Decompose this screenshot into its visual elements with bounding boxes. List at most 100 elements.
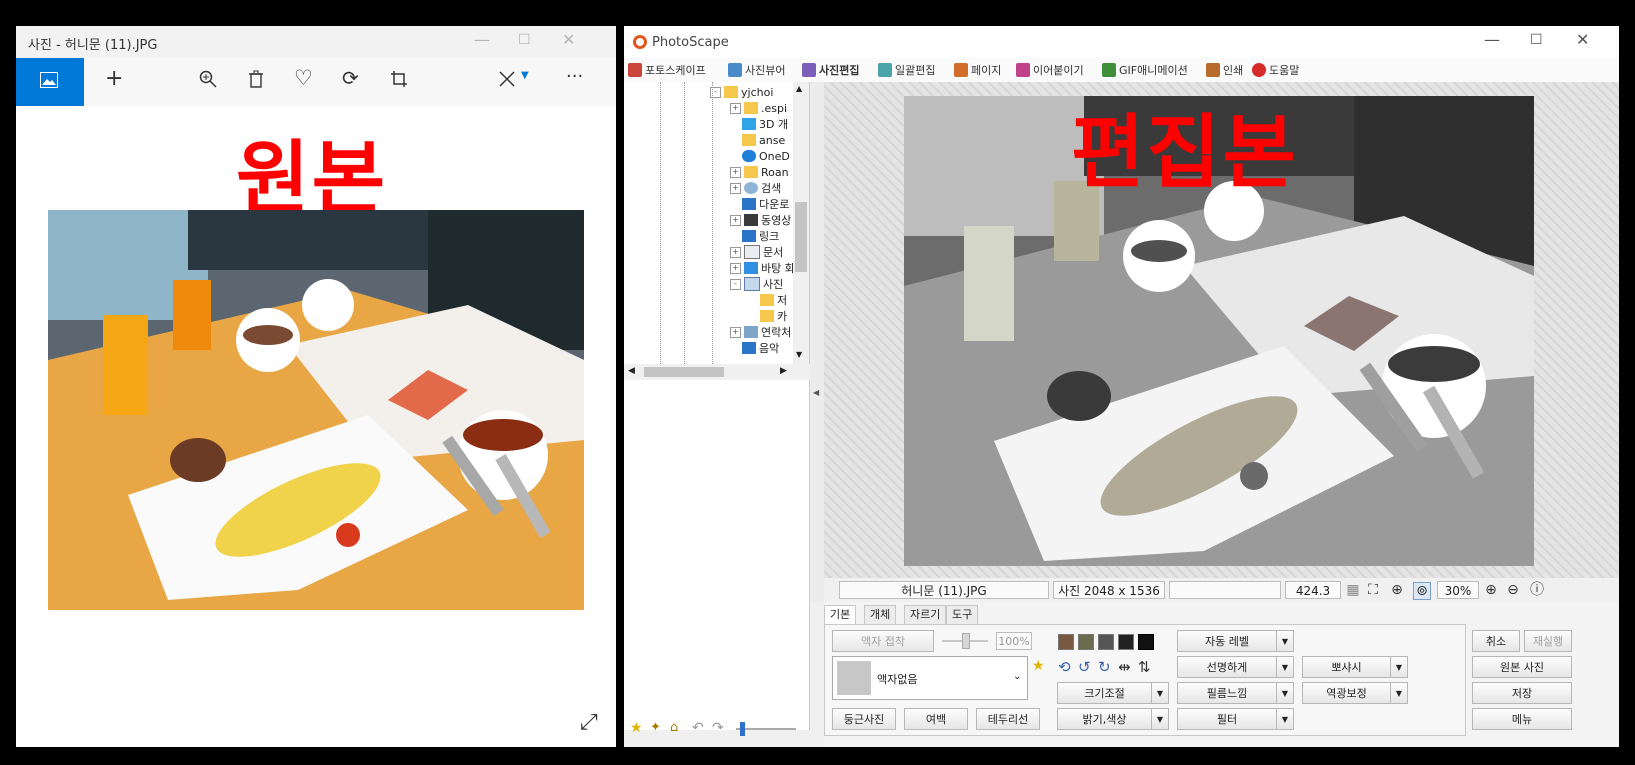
zoom-fit-icon[interactable]: ⊚ [1413, 582, 1431, 600]
frame-slider-thumb[interactable] [962, 633, 970, 649]
tree-vertical-scrollbar[interactable]: ▲ ▼ [793, 82, 809, 364]
rotate-left-icon[interactable]: ↺ [1078, 658, 1091, 676]
info-icon[interactable]: ⓘ [1529, 582, 1545, 598]
tab-object[interactable]: 개체 [864, 605, 897, 624]
sharpen-button[interactable]: 선명하게 ▼ [1177, 656, 1294, 678]
view-photo-button[interactable] [16, 58, 84, 106]
scroll-thumb[interactable] [795, 202, 807, 272]
scroll-down-icon[interactable]: ▼ [796, 350, 802, 359]
crop-icon[interactable] [390, 70, 408, 88]
favorite-star-icon[interactable]: ★ [1032, 658, 1045, 674]
tree-item[interactable]: + 검색 [730, 180, 781, 196]
tree-horizontal-scrollbar[interactable]: ◀ ▶ [624, 364, 809, 380]
menu-item-photoscape[interactable]: 포토스케이프 [628, 61, 706, 79]
scroll-right-icon[interactable]: ▶ [780, 366, 787, 376]
rotate-right-icon[interactable]: ↻ [1098, 658, 1111, 676]
tree-item[interactable]: 링크 [742, 228, 779, 244]
folder-tree[interactable]: - yjchoi + .espi 3D 개 anse OneD + Roan + 검색 … [624, 82, 810, 364]
tree-item[interactable]: - 사진 [730, 276, 783, 292]
menu-item-print[interactable]: 인쇄 [1206, 61, 1243, 79]
original-photo-button[interactable]: 원본 사진 [1472, 656, 1572, 678]
tree-item[interactable]: + 바탕 화 [730, 260, 795, 276]
add-icon[interactable]: + [105, 66, 123, 91]
back-icon[interactable]: ↶ [692, 720, 704, 736]
rotate-icon[interactable]: ⟳ [342, 66, 359, 90]
slider-thumb[interactable] [740, 722, 745, 736]
collapse-left-icon[interactable]: ◀ [813, 388, 819, 397]
resize-button[interactable]: 크기조절 ▼ [1057, 682, 1169, 704]
grayscale-icon[interactable] [1098, 634, 1114, 650]
fit-screen-icon[interactable]: ⛶ [1365, 582, 1381, 598]
maximize-icon[interactable]: ☐ [1530, 32, 1543, 48]
tab-crop[interactable]: 자르기 [904, 605, 947, 624]
frame-percent[interactable]: 100% [996, 632, 1032, 650]
film-effect-button[interactable]: 필름느낌 ▼ [1177, 682, 1294, 704]
star-icon[interactable]: ★ [630, 720, 643, 736]
flip-horizontal-icon[interactable]: ⇹ [1118, 658, 1131, 676]
menu-button[interactable]: 메뉴 [1472, 708, 1572, 730]
black-white-icon[interactable] [1118, 634, 1134, 650]
minimize-icon[interactable]: — [1484, 30, 1500, 49]
dropdown-arrow-icon[interactable]: ▼ [1390, 657, 1407, 677]
menu-item-gif[interactable]: GIF애니메이션 [1102, 61, 1188, 79]
dropdown-arrow-icon[interactable]: ▼ [1151, 709, 1168, 729]
edit-icon[interactable] [498, 70, 516, 88]
zoom-in-icon[interactable] [199, 70, 217, 88]
close-icon[interactable]: ✕ [1576, 30, 1589, 49]
actual-size-icon[interactable]: ⊕ [1389, 582, 1405, 598]
close-icon[interactable]: ✕ [562, 30, 575, 49]
tree-item[interactable]: + .espi [730, 100, 787, 116]
chevron-down-icon[interactable]: ▼ [521, 70, 529, 81]
more-icon[interactable]: ··· [566, 66, 583, 87]
forward-icon[interactable]: ↷ [712, 720, 724, 736]
zoom-out-icon[interactable]: ⊖ [1505, 582, 1521, 598]
zoom-in-icon[interactable]: ⊕ [1483, 582, 1499, 598]
tree-item[interactable]: + 동영상 [730, 212, 791, 228]
tree-item[interactable]: 카 [760, 308, 787, 324]
dropdown-arrow-icon[interactable]: ▼ [1276, 631, 1293, 651]
scroll-up-icon[interactable]: ▲ [796, 84, 802, 93]
folder-star-icon[interactable]: ✦ [650, 720, 661, 735]
border-line-button[interactable]: 테두리선 [976, 708, 1040, 730]
tree-item[interactable]: - yjchoi [710, 84, 773, 100]
favorite-icon[interactable]: ♡ [294, 66, 313, 90]
rotate-left-arbitrary-icon[interactable]: ⟲ [1058, 658, 1071, 676]
tab-basic[interactable]: 기본 [824, 605, 857, 624]
tree-item[interactable]: 음악 [742, 340, 779, 356]
tree-item[interactable]: 3D 개 [742, 116, 788, 132]
scroll-thumb[interactable] [644, 367, 724, 377]
thumbnail-list[interactable] [624, 380, 810, 730]
tree-item[interactable]: OneD [742, 148, 790, 164]
dropdown-arrow-icon[interactable]: ▼ [1276, 709, 1293, 729]
backlight-button[interactable]: 역광보정 ▼ [1302, 682, 1408, 704]
dropdown-arrow-icon[interactable]: ▼ [1151, 683, 1168, 703]
sepia-tone-icon[interactable] [1078, 634, 1094, 650]
tree-item[interactable]: + 연락처 [730, 324, 791, 340]
maximize-icon[interactable]: ☐ [518, 32, 531, 48]
flip-vertical-icon[interactable]: ⇅ [1138, 658, 1151, 676]
panel-collapse-handle[interactable]: ◀ [810, 82, 824, 602]
undo-button[interactable]: 취소 [1472, 630, 1520, 652]
brightness-color-button[interactable]: 밝기,색상 ▼ [1057, 708, 1169, 730]
redo-button[interactable]: 재실행 [1524, 630, 1572, 652]
menu-item-help[interactable]: 도움말 [1252, 61, 1299, 79]
filter-button[interactable]: 필터 ▼ [1177, 708, 1294, 730]
tree-item[interactable]: + 문서 [730, 244, 783, 260]
folder-open-icon[interactable]: ⌂ [670, 720, 678, 735]
thumbnail-size-slider[interactable] [736, 728, 796, 730]
menu-item-viewer[interactable]: 사진뷰어 [728, 61, 785, 79]
delete-icon[interactable] [248, 70, 264, 88]
minimize-icon[interactable]: — [474, 30, 490, 49]
tree-item[interactable]: + Roan [730, 164, 789, 180]
frame-attach-button[interactable]: 액자 접착 [832, 630, 934, 652]
menu-item-editor[interactable]: 사진편집 [802, 61, 859, 79]
menu-item-page[interactable]: 페이지 [954, 61, 1001, 79]
fullscreen-icon[interactable]: ⤢ [580, 710, 598, 735]
bloom-button[interactable]: 뽀샤시 ▼ [1302, 656, 1408, 678]
color-tone-icon[interactable] [1058, 634, 1074, 650]
scroll-left-icon[interactable]: ◀ [628, 366, 635, 376]
tree-item[interactable]: anse [742, 132, 785, 148]
negative-icon[interactable] [1138, 634, 1154, 650]
dropdown-arrow-icon[interactable]: ▼ [1276, 683, 1293, 703]
dropdown-arrow-icon[interactable]: ▼ [1276, 657, 1293, 677]
